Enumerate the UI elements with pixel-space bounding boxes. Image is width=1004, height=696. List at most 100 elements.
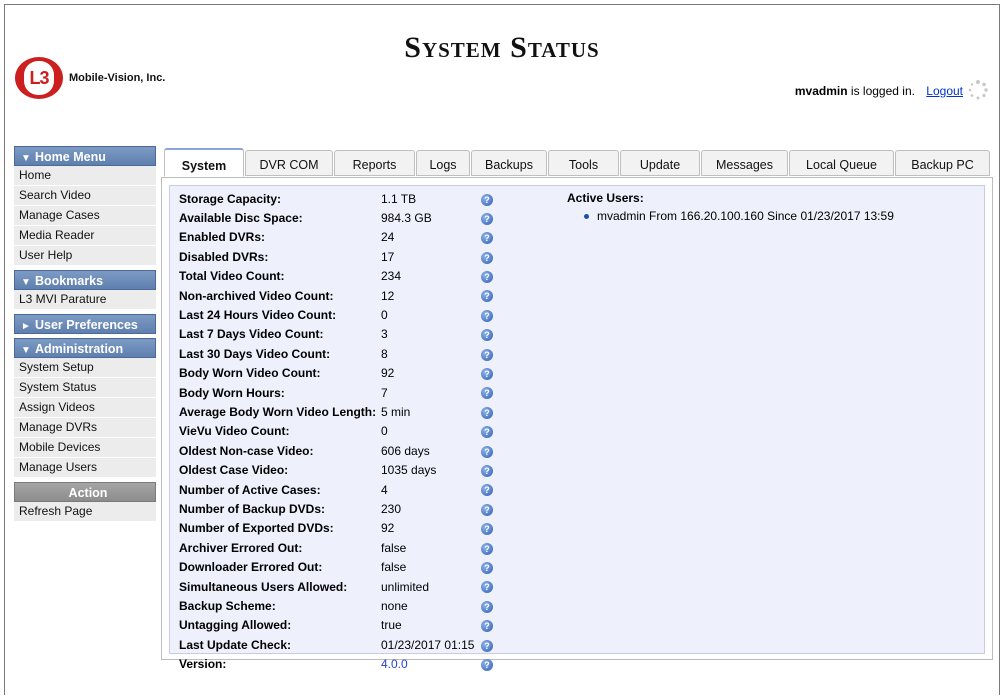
- help-question-icon[interactable]: ?: [481, 212, 493, 225]
- stat-row-oldest-non-case-video: Oldest Non-case Video: 606 days?: [179, 441, 501, 460]
- stat-label: Simultaneous Users Allowed:: [179, 579, 348, 594]
- sidebar-section-bookmarks[interactable]: ▼ Bookmarks: [14, 270, 156, 290]
- help-question-icon[interactable]: ?: [481, 639, 493, 652]
- sidebar-section-user-preferences[interactable]: ► User Preferences: [14, 314, 156, 334]
- stat-row-last-24-hours-video-count: Last 24 Hours Video Count: 0?: [179, 305, 501, 324]
- help-question-icon[interactable]: ?: [481, 251, 493, 264]
- help-question-icon[interactable]: ?: [481, 600, 493, 613]
- stat-value: false: [381, 560, 407, 575]
- sidebar-item-l3-mvi-parature[interactable]: L3 MVI Parature: [14, 290, 156, 310]
- stat-label: Disabled DVRs:: [179, 249, 269, 264]
- tab-logs[interactable]: Logs: [416, 150, 470, 176]
- help-question-icon[interactable]: ?: [481, 309, 493, 322]
- tab-system[interactable]: System: [164, 148, 244, 177]
- sidebar-item-media-reader[interactable]: Media Reader: [14, 226, 156, 246]
- stat-label: Oldest Case Video:: [179, 463, 289, 478]
- help-question-icon[interactable]: ?: [481, 368, 493, 381]
- stat-value: 92: [381, 521, 395, 536]
- help-cell: ?: [481, 228, 501, 247]
- sidebar-item-home[interactable]: Home: [14, 166, 156, 186]
- tab-backups[interactable]: Backups: [471, 150, 547, 176]
- sidebar-item-system-status[interactable]: System Status: [14, 378, 156, 398]
- tab-update[interactable]: Update: [620, 150, 700, 176]
- help-question-icon[interactable]: ?: [481, 523, 493, 536]
- sidebar-item-assign-videos[interactable]: Assign Videos: [14, 398, 156, 418]
- stat-label: Untagging Allowed:: [179, 618, 292, 633]
- sidebar-item-manage-dvrs[interactable]: Manage DVRs: [14, 418, 156, 438]
- l3-logo-mark: L3: [15, 57, 63, 99]
- help-question-icon[interactable]: ?: [481, 232, 493, 245]
- help-question-icon[interactable]: ?: [481, 658, 493, 671]
- login-status: mvadmin is logged in. Logout: [795, 84, 963, 98]
- help-question-icon[interactable]: ?: [481, 503, 493, 516]
- help-cell: ?: [481, 383, 501, 402]
- help-question-icon[interactable]: ?: [481, 445, 493, 458]
- help-question-icon[interactable]: ?: [481, 271, 493, 284]
- system-panel-content: Storage Capacity: 1.1 TB? Available Disc S…: [169, 185, 985, 671]
- company-logo: L3 Mobile-Vision, Inc.: [15, 56, 165, 100]
- active-user-item: mvadmin From 166.20.100.160 Since 01/23/…: [584, 209, 894, 223]
- help-question-icon[interactable]: ?: [481, 387, 493, 400]
- sidebar-section-home-menu[interactable]: ▼ Home Menu: [14, 146, 156, 166]
- sidebar-section-action[interactable]: Action: [14, 482, 156, 502]
- stat-value: 0: [381, 424, 388, 439]
- active-users-heading: Active Users:: [567, 191, 644, 205]
- help-question-icon[interactable]: ?: [481, 193, 493, 206]
- tab-backup-pc[interactable]: Backup PC: [895, 150, 990, 176]
- logout-link[interactable]: Logout: [926, 84, 963, 98]
- help-question-icon[interactable]: ?: [481, 561, 493, 574]
- sidebar-item-search-video[interactable]: Search Video: [14, 186, 156, 206]
- help-question-icon[interactable]: ?: [481, 406, 493, 419]
- stat-label: Number of Backup DVDs:: [179, 501, 326, 516]
- sidebar-item-manage-users[interactable]: Manage Users: [14, 458, 156, 478]
- stat-row-non-archived-video-count: Non-archived Video Count: 12?: [179, 286, 501, 305]
- stat-label: Available Disc Space:: [179, 211, 303, 226]
- help-question-icon[interactable]: ?: [481, 484, 493, 497]
- stat-value: true: [381, 618, 402, 633]
- stat-value: 3: [381, 327, 388, 342]
- help-question-icon[interactable]: ?: [481, 348, 493, 361]
- tab-reports[interactable]: Reports: [334, 150, 415, 176]
- tab-messages[interactable]: Messages: [701, 150, 788, 176]
- help-cell: ?: [481, 267, 501, 286]
- active-users: Active Users: mvadmin From 166.20.100.16…: [567, 191, 894, 223]
- stat-row-last-update-check: Last Update Check: 01/23/2017 01:15?: [179, 635, 501, 654]
- help-question-icon[interactable]: ?: [481, 581, 493, 594]
- help-cell: ?: [481, 402, 501, 421]
- sidebar-section-label: Administration: [35, 342, 124, 356]
- stat-row-number-of-exported-dvds: Number of Exported DVDs: 92?: [179, 519, 501, 538]
- help-question-icon[interactable]: ?: [481, 542, 493, 555]
- sidebar-item-system-setup[interactable]: System Setup: [14, 358, 156, 378]
- sidebar-section-label: Bookmarks: [35, 274, 104, 288]
- sidebar: ▼ Home Menu Home Search Video Manage Cases Me…: [14, 146, 156, 522]
- help-question-icon[interactable]: ?: [481, 620, 493, 633]
- help-question-icon[interactable]: ?: [481, 464, 493, 477]
- sidebar-section-administration[interactable]: ▼ Administration: [14, 338, 156, 358]
- help-cell: ?: [481, 422, 501, 441]
- tab-bar: System DVR COM Reports Logs Backups Tools Upda…: [162, 148, 992, 177]
- stat-row-disabled-dvrs: Disabled DVRs: 17?: [179, 247, 501, 266]
- help-question-icon[interactable]: ?: [481, 426, 493, 439]
- stat-label: Last Update Check:: [179, 637, 292, 652]
- stat-row-enabled-dvrs: Enabled DVRs: 24?: [179, 228, 501, 247]
- tab-local-queue[interactable]: Local Queue: [789, 150, 894, 176]
- stat-value[interactable]: 4.0.0: [381, 654, 481, 673]
- help-cell: ?: [481, 247, 501, 266]
- stat-label: Downloader Errored Out:: [179, 560, 323, 575]
- collapsed-arrow-icon: ►: [21, 321, 31, 332]
- help-question-icon[interactable]: ?: [481, 329, 493, 342]
- sidebar-item-user-help[interactable]: User Help: [14, 246, 156, 266]
- stat-row-body-worn-hours: Body Worn Hours: 7?: [179, 383, 501, 402]
- stat-label: Backup Scheme:: [179, 598, 276, 613]
- sidebar-item-mobile-devices[interactable]: Mobile Devices: [14, 438, 156, 458]
- help-cell: ?: [481, 577, 501, 596]
- stat-label: Number of Active Cases:: [179, 482, 321, 497]
- sidebar-item-refresh-page[interactable]: Refresh Page: [14, 502, 156, 522]
- tab-dvr-com[interactable]: DVR COM: [245, 150, 333, 176]
- help-question-icon[interactable]: ?: [481, 290, 493, 303]
- stat-row-vievu-video-count: VieVu Video Count: 0?: [179, 422, 501, 441]
- stat-value: 92: [381, 366, 395, 381]
- sidebar-item-manage-cases[interactable]: Manage Cases: [14, 206, 156, 226]
- tab-tools[interactable]: Tools: [548, 150, 619, 176]
- help-cell: ?: [481, 208, 501, 227]
